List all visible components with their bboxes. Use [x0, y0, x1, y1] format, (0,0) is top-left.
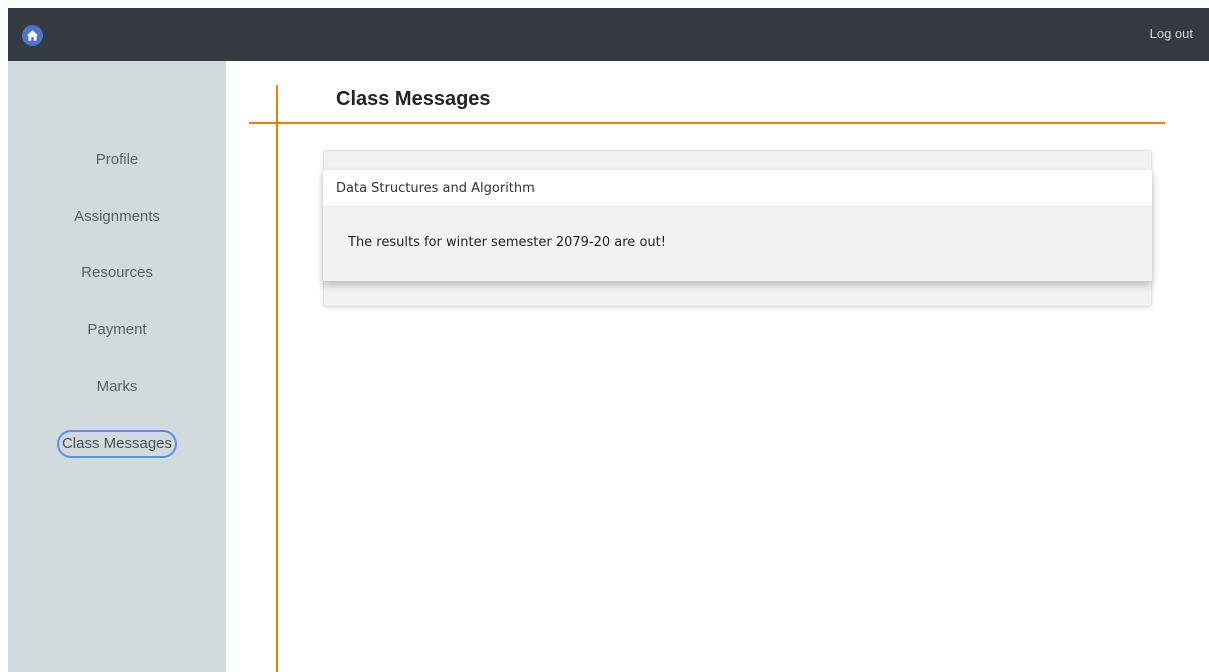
sidebar-item-resources[interactable]: Resources: [8, 261, 226, 285]
sidebar: Profile Assignments Resources Payment Ma…: [8, 61, 226, 672]
horizontal-divider: [249, 122, 1165, 124]
logout-link[interactable]: Log out: [1150, 26, 1193, 41]
sidebar-item-payment[interactable]: Payment: [8, 318, 226, 342]
sidebar-item-label: Marks: [96, 378, 138, 395]
home-icon: [26, 30, 39, 41]
sidebar-item-assignments[interactable]: Assignments: [8, 205, 226, 229]
message-text: The results for winter semester 2079-20 …: [348, 235, 666, 250]
sidebar-item-marks[interactable]: Marks: [8, 375, 226, 399]
sidebar-item-label: Resources: [81, 264, 153, 281]
sidebar-item-label: Class Messages: [56, 430, 178, 458]
sidebar-item-profile[interactable]: Profile: [8, 148, 226, 172]
message-item[interactable]: Data Structures and Algorithm The result…: [323, 170, 1152, 281]
sidebar-item-label: Assignments: [74, 208, 160, 225]
home-button[interactable]: [22, 25, 43, 46]
top-navbar: Log out: [8, 8, 1209, 61]
page-title: Class Messages: [336, 88, 491, 110]
sidebar-item-class-messages[interactable]: Class Messages: [8, 430, 226, 458]
sidebar-item-label: Profile: [95, 151, 139, 168]
message-course: Data Structures and Algorithm: [323, 170, 1152, 207]
page: Log out Profile Assignments Resources Pa…: [0, 0, 1209, 672]
sidebar-item-label: Payment: [87, 321, 147, 338]
vertical-divider: [276, 85, 278, 672]
